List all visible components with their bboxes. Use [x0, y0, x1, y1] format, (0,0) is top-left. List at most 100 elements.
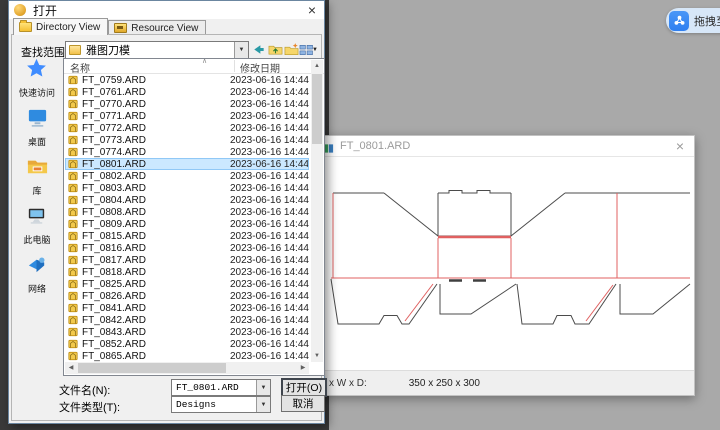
column-divider[interactable]	[234, 60, 235, 72]
file-list-header: 名称 修改日期	[64, 59, 324, 74]
drag-transfer-label: 拖拽至	[694, 13, 720, 29]
file-row[interactable]: FT_0801.ARD2023-06-16 14:44	[65, 158, 309, 170]
sidebar-item-network[interactable]: 网络	[26, 253, 49, 295]
file-row[interactable]: FT_0817.ARD2023-06-16 14:44	[65, 254, 309, 266]
scroll-down-icon[interactable]	[311, 350, 323, 362]
file-name-dropdown-button[interactable]	[256, 380, 270, 395]
ard-file-icon	[68, 87, 78, 97]
file-name: FT_0804.ARD	[82, 195, 230, 206]
ard-file-icon	[68, 99, 78, 109]
file-date: 2023-06-16 14:44	[230, 327, 309, 338]
file-date: 2023-06-16 14:44	[230, 315, 309, 326]
file-row[interactable]: FT_0761.ARD2023-06-16 14:44	[65, 86, 309, 98]
ard-file-icon	[68, 183, 78, 193]
file-row[interactable]: FT_0809.ARD2023-06-16 14:44	[65, 218, 309, 230]
file-name: FT_0817.ARD	[82, 255, 230, 266]
ard-file-icon	[68, 291, 78, 301]
sidebar-item-library[interactable]: 库	[26, 155, 49, 197]
scroll-left-icon[interactable]	[65, 362, 77, 374]
dieline-preview-canvas	[315, 157, 694, 370]
file-row[interactable]: FT_0816.ARD2023-06-16 14:44	[65, 242, 309, 254]
file-row[interactable]: FT_0826.ARD2023-06-16 14:44	[65, 290, 309, 302]
file-name: FT_0841.ARD	[82, 303, 230, 314]
ard-file-icon	[68, 159, 78, 169]
file-row[interactable]: FT_0771.ARD2023-06-16 14:44	[65, 110, 309, 122]
look-in-value: 雅图刀模	[86, 42, 130, 58]
sidebar-item-label: 库	[32, 184, 41, 197]
tab-resource-view[interactable]: Resource View	[108, 20, 206, 35]
file-row[interactable]: FT_0865.ARD2023-06-16 14:44	[65, 350, 309, 362]
sidebar-item-label: 快速访问	[19, 86, 55, 99]
file-date: 2023-06-16 14:44	[230, 291, 309, 302]
dialog-titlebar[interactable]: 打开	[9, 1, 324, 19]
file-date: 2023-06-16 14:44	[230, 183, 309, 194]
file-row[interactable]: FT_0818.ARD2023-06-16 14:44	[65, 266, 309, 278]
sidebar-item-desktop[interactable]: 桌面	[26, 106, 49, 148]
file-date: 2023-06-16 14:44	[230, 207, 309, 218]
scroll-up-icon[interactable]	[311, 60, 323, 72]
file-name: FT_0774.ARD	[82, 147, 230, 158]
vertical-scroll-thumb[interactable]	[312, 74, 322, 144]
open-dialog: 打开 Directory View Resource View 查找范围(I):…	[8, 0, 325, 424]
ard-file-icon	[68, 327, 78, 337]
horizontal-scroll-thumb[interactable]	[78, 363, 226, 373]
file-row[interactable]: FT_0802.ARD2023-06-16 14:44	[65, 170, 309, 182]
file-row[interactable]: FT_0803.ARD2023-06-16 14:44	[65, 182, 309, 194]
file-name: FT_0770.ARD	[82, 99, 230, 110]
star-icon	[25, 57, 48, 85]
look-in-combobox[interactable]: 雅图刀模	[65, 41, 249, 59]
file-name: FT_0808.ARD	[82, 207, 230, 218]
file-date: 2023-06-16 14:44	[230, 231, 309, 242]
drag-transfer-widget[interactable]: 拖拽至	[666, 8, 720, 33]
column-header-date[interactable]: 修改日期	[240, 60, 280, 75]
file-name: FT_0843.ARD	[82, 327, 230, 338]
file-date: 2023-06-16 14:44	[230, 111, 309, 122]
file-type-value: Designs	[176, 399, 216, 410]
new-folder-icon[interactable]	[284, 42, 299, 57]
file-date: 2023-06-16 14:44	[230, 219, 309, 230]
file-row[interactable]: FT_0773.ARD2023-06-16 14:44	[65, 134, 309, 146]
vertical-scrollbar[interactable]	[311, 60, 323, 362]
file-date: 2023-06-16 14:44	[230, 255, 309, 266]
file-type-dropdown-button[interactable]	[256, 397, 270, 412]
file-row[interactable]: FT_0841.ARD2023-06-16 14:44	[65, 302, 309, 314]
dimensions-label: L x W x D:	[321, 378, 367, 389]
ard-file-icon	[68, 315, 78, 325]
preview-titlebar[interactable]: FT_0801.ARD	[315, 136, 694, 157]
file-row[interactable]: FT_0808.ARD2023-06-16 14:44	[65, 206, 309, 218]
file-row[interactable]: FT_0774.ARD2023-06-16 14:44	[65, 146, 309, 158]
file-name-value: FT_0801.ARD	[176, 382, 239, 393]
share-cluster-icon	[669, 11, 689, 31]
up-one-level-icon[interactable]	[268, 42, 283, 57]
column-header-name[interactable]: 名称	[70, 60, 90, 75]
sidebar-item-computer[interactable]: 此电脑	[23, 204, 50, 246]
dialog-close-icon[interactable]	[304, 2, 320, 18]
file-list-body: FT_0759.ARD2023-06-16 14:44FT_0761.ARD20…	[65, 74, 309, 362]
file-row[interactable]: FT_0842.ARD2023-06-16 14:44	[65, 314, 309, 326]
tab-directory-view[interactable]: Directory View	[13, 18, 108, 35]
ard-file-icon	[68, 255, 78, 265]
file-name-combobox[interactable]: FT_0801.ARD	[171, 379, 271, 396]
file-name: FT_0803.ARD	[82, 183, 230, 194]
file-row[interactable]: FT_0843.ARD2023-06-16 14:44	[65, 326, 309, 338]
horizontal-scrollbar[interactable]	[65, 362, 309, 374]
sidebar-item-star[interactable]: 快速访问	[19, 57, 55, 99]
back-icon[interactable]	[251, 42, 266, 57]
cancel-button[interactable]: 取消	[281, 395, 325, 412]
view-menu-dropdown-arrow[interactable]	[312, 47, 318, 53]
file-row[interactable]: FT_0815.ARD2023-06-16 14:44	[65, 230, 309, 242]
places-sidebar: 快速访问桌面库此电脑网络	[13, 57, 61, 377]
file-row[interactable]: FT_0759.ARD2023-06-16 14:44	[65, 74, 309, 86]
scroll-right-icon[interactable]	[297, 362, 309, 374]
file-row[interactable]: FT_0770.ARD2023-06-16 14:44	[65, 98, 309, 110]
preview-statusbar: L x W x D: 350 x 250 x 300	[315, 370, 694, 395]
desktop-icon	[26, 106, 49, 134]
file-type-combobox[interactable]: Designs	[171, 396, 271, 413]
file-row[interactable]: FT_0825.ARD2023-06-16 14:44	[65, 278, 309, 290]
look-in-dropdown-button[interactable]	[234, 42, 248, 58]
sidebar-item-label: 此电脑	[23, 233, 50, 246]
preview-close-icon[interactable]	[672, 138, 688, 154]
file-row[interactable]: FT_0804.ARD2023-06-16 14:44	[65, 194, 309, 206]
file-row[interactable]: FT_0852.ARD2023-06-16 14:44	[65, 338, 309, 350]
file-row[interactable]: FT_0772.ARD2023-06-16 14:44	[65, 122, 309, 134]
